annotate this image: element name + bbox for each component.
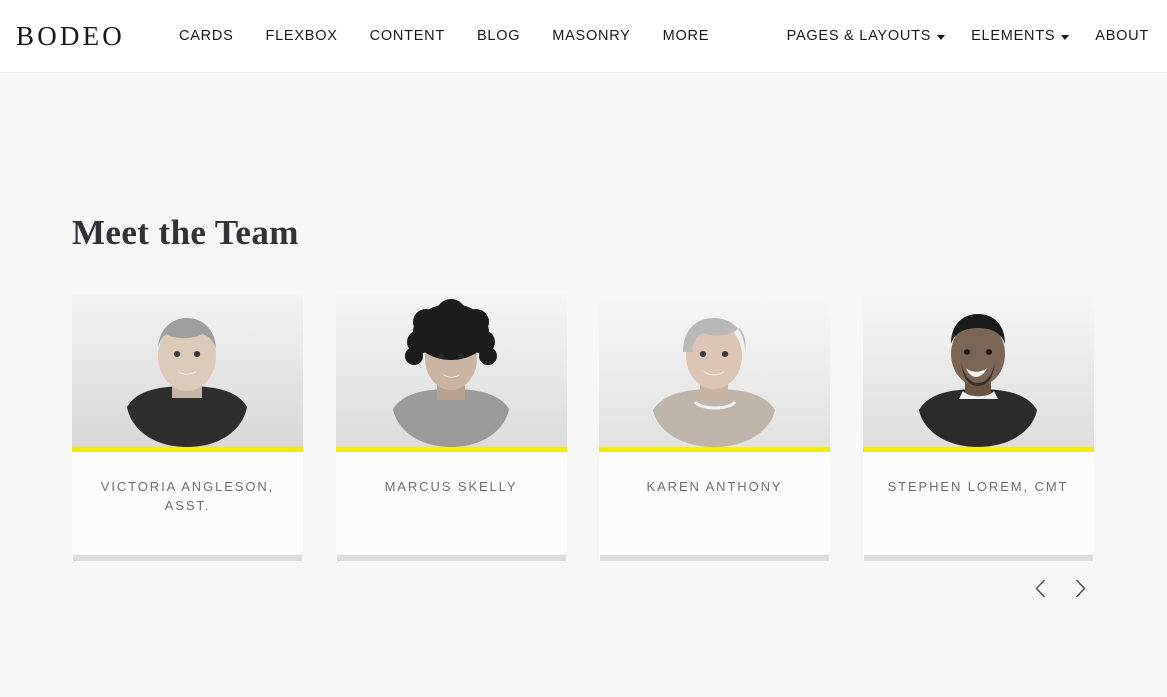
- nav-item-flexbox[interactable]: FLEXBOX: [250, 29, 354, 44]
- nav-item-more[interactable]: MORE: [647, 29, 726, 44]
- card-shadow: [863, 555, 1093, 561]
- team-member-photo: [72, 294, 303, 447]
- nav-item-blog[interactable]: BLOG: [461, 29, 536, 44]
- team-card[interactable]: VICTORIA ANGLESON, ASST.: [72, 294, 303, 561]
- carousel-prev-button[interactable]: [1027, 575, 1053, 601]
- nav-item-pages-and-layouts[interactable]: PAGES & LAYOUTS: [774, 29, 958, 44]
- nav-item-label: MORE: [662, 27, 710, 44]
- secondary-navigation: PAGES & LAYOUTS ELEMENTS ABOUT: [774, 29, 1149, 44]
- team-member-name: KAREN ANTHONY: [646, 479, 783, 494]
- nav-item-content[interactable]: CONTENT: [354, 29, 461, 44]
- card-body: VICTORIA ANGLESON, ASST.: [72, 452, 303, 555]
- team-member-name: STEPHEN LOREM, CMT: [887, 479, 1069, 494]
- chevron-down-icon: [1061, 34, 1070, 40]
- nav-item-label: FLEXBOX: [265, 27, 338, 44]
- carousel-controls: [72, 575, 1095, 601]
- nav-item-label: ABOUT: [1095, 27, 1149, 44]
- primary-navigation: CARDS FLEXBOX CONTENT BLOG MASONRY MORE: [163, 29, 725, 44]
- carousel-next-button[interactable]: [1067, 575, 1093, 601]
- nav-item-label: ELEMENTS: [971, 27, 1056, 44]
- team-card[interactable]: MARCUS SKELLY: [335, 294, 567, 561]
- team-card-list: VICTORIA ANGLESON, ASST. MARCUS SKELLY K…: [72, 294, 1095, 561]
- card-shadow: [73, 555, 302, 561]
- page-title: Meet the Team: [72, 213, 299, 252]
- team-member-photo: [335, 294, 567, 447]
- team-card[interactable]: KAREN ANTHONY: [599, 294, 830, 561]
- team-card[interactable]: STEPHEN LOREM, CMT: [862, 294, 1094, 561]
- team-member-photo: [862, 294, 1094, 447]
- nav-item-masonry[interactable]: MASONRY: [536, 29, 646, 44]
- nav-item-label: PAGES & LAYOUTS: [786, 27, 932, 44]
- team-member-name: MARCUS SKELLY: [384, 479, 518, 494]
- card-body: STEPHEN LOREM, CMT: [862, 452, 1094, 555]
- card-shadow: [336, 555, 566, 561]
- nav-item-label: MASONRY: [552, 27, 631, 44]
- card-body: KAREN ANTHONY: [599, 452, 830, 555]
- nav-item-label: CARDS: [179, 27, 234, 44]
- site-logo[interactable]: BODEO: [16, 22, 125, 50]
- nav-item-cards[interactable]: CARDS: [163, 29, 250, 44]
- team-member-name: VICTORIA ANGLESON, ASST.: [100, 479, 275, 513]
- card-body: MARCUS SKELLY: [335, 452, 567, 555]
- team-member-photo: [599, 294, 830, 447]
- chevron-down-icon: [937, 34, 946, 40]
- nav-item-about[interactable]: ABOUT: [1082, 29, 1149, 44]
- nav-item-elements[interactable]: ELEMENTS: [958, 29, 1082, 44]
- card-shadow: [600, 555, 829, 561]
- nav-item-label: CONTENT: [369, 27, 445, 44]
- nav-item-label: BLOG: [477, 27, 521, 44]
- page-content: Meet the Team VICTORIA ANGLESON, ASST. M…: [0, 213, 1167, 601]
- site-header: BODEO CARDS FLEXBOX CONTENT BLOG MASONRY…: [0, 0, 1167, 73]
